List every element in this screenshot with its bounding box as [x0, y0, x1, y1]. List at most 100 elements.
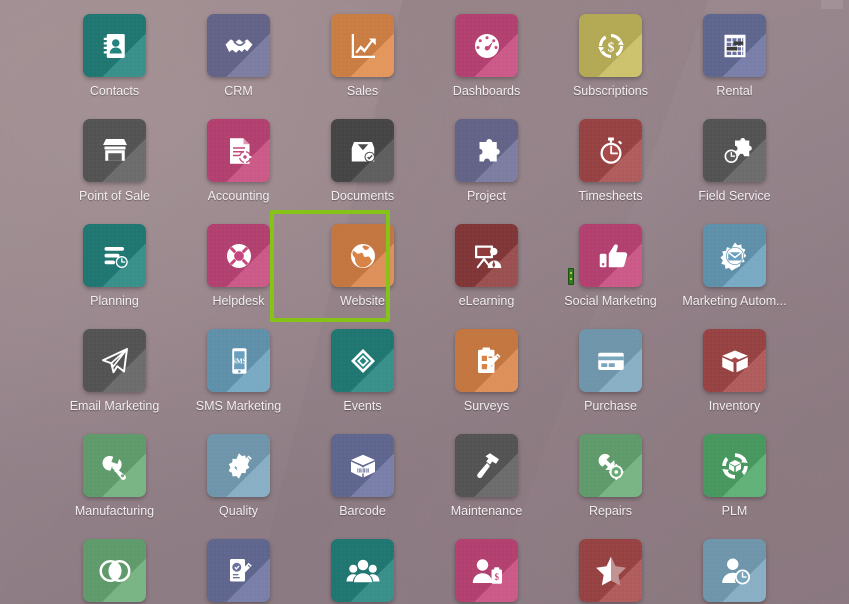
- app-item-project[interactable]: Project: [425, 119, 549, 224]
- app-label: Surveys: [463, 400, 510, 413]
- app-item-marketing-autom[interactable]: Marketing Autom...: [673, 224, 797, 329]
- stopwatch-icon[interactable]: [579, 119, 642, 182]
- app-item-email-marketing[interactable]: Email Marketing: [53, 329, 177, 434]
- app-label: SMS Marketing: [195, 400, 282, 413]
- clipboard-pencil-icon[interactable]: [455, 329, 518, 392]
- app-label: Quality: [219, 505, 258, 518]
- open-box-icon[interactable]: [703, 329, 766, 392]
- app-item-dashboards[interactable]: Dashboards: [425, 14, 549, 119]
- line-chart-icon[interactable]: [331, 14, 394, 77]
- speedometer-icon[interactable]: [455, 14, 518, 77]
- app-item-helpdesk[interactable]: Helpdesk: [177, 224, 301, 329]
- app-item-contacts[interactable]: Contacts: [53, 14, 177, 119]
- app-item-manufacturing[interactable]: Manufacturing: [53, 434, 177, 539]
- calendar-grid-icon[interactable]: [703, 14, 766, 77]
- employee-payroll-icon[interactable]: $: [455, 539, 518, 602]
- box-barcode-icon[interactable]: [331, 434, 394, 497]
- wrench-icon[interactable]: [83, 434, 146, 497]
- app-label: Events: [343, 400, 382, 413]
- schedule-list-icon[interactable]: [83, 224, 146, 287]
- venn-circles-icon[interactable]: [83, 539, 146, 602]
- life-ring-icon[interactable]: [207, 224, 270, 287]
- app-item-purchase[interactable]: Purchase: [549, 329, 673, 434]
- app-item-sales[interactable]: Sales: [301, 14, 425, 119]
- paper-plane-icon[interactable]: [83, 329, 146, 392]
- app-label: Barcode: [339, 505, 386, 518]
- box-refresh-icon[interactable]: [703, 434, 766, 497]
- document-gear-icon[interactable]: [207, 119, 270, 182]
- app-item-venn-circles-icon[interactable]: [53, 539, 177, 604]
- app-item-point-of-sale[interactable]: Point of Sale: [53, 119, 177, 224]
- dollar-refresh-icon[interactable]: $: [579, 14, 642, 77]
- app-label: Repairs: [588, 505, 633, 518]
- app-label: Inventory: [708, 400, 761, 413]
- app-item-employee-payroll-icon[interactable]: $: [425, 539, 549, 604]
- app-label: Website: [340, 295, 385, 308]
- app-item-planning[interactable]: Planning: [53, 224, 177, 329]
- file-tray-check-icon[interactable]: [331, 119, 394, 182]
- svg-text:$: $: [607, 39, 614, 54]
- app-label: Field Service: [698, 190, 771, 203]
- app-item-surveys[interactable]: Surveys: [425, 329, 549, 434]
- app-item-star-half-icon[interactable]: [549, 539, 673, 604]
- person-clock-icon[interactable]: [703, 539, 766, 602]
- app-label: Purchase: [584, 400, 637, 413]
- app-item-maintenance[interactable]: Maintenance: [425, 434, 549, 539]
- svg-text:$: $: [494, 572, 499, 582]
- storefront-icon[interactable]: [83, 119, 146, 182]
- app-label: Timesheets: [578, 190, 643, 203]
- ticket-icon[interactable]: [331, 329, 394, 392]
- app-item-person-clock-icon[interactable]: [673, 539, 797, 604]
- app-item-subscriptions[interactable]: $ Subscriptions: [549, 14, 673, 119]
- badge-pencil-icon[interactable]: [207, 434, 270, 497]
- wrench-gear-icon[interactable]: [579, 434, 642, 497]
- app-item-field-service[interactable]: Field Service: [673, 119, 797, 224]
- app-item-accounting[interactable]: Accounting: [177, 119, 301, 224]
- app-item-rental[interactable]: Rental: [673, 14, 797, 119]
- address-book-icon[interactable]: [83, 14, 146, 77]
- app-item-quality[interactable]: Quality: [177, 434, 301, 539]
- globe-icon[interactable]: [331, 224, 394, 287]
- app-label: Helpdesk: [212, 295, 265, 308]
- app-item-approval-pencil-icon[interactable]: [177, 539, 301, 604]
- app-label: Marketing Autom...: [682, 295, 787, 308]
- credit-card-icon[interactable]: [579, 329, 642, 392]
- app-item-documents[interactable]: Documents: [301, 119, 425, 224]
- app-item-people-group-icon[interactable]: [301, 539, 425, 604]
- app-label: Manufacturing: [74, 505, 155, 518]
- handshake-icon[interactable]: [207, 14, 270, 77]
- app-item-inventory[interactable]: Inventory: [673, 329, 797, 434]
- app-item-plm[interactable]: PLM: [673, 434, 797, 539]
- approval-pencil-icon[interactable]: [207, 539, 270, 602]
- hammer-icon[interactable]: [455, 434, 518, 497]
- app-item-events[interactable]: Events: [301, 329, 425, 434]
- app-label: CRM: [224, 85, 253, 98]
- puzzle-clock-icon[interactable]: [703, 119, 766, 182]
- app-label: Rental: [716, 85, 753, 98]
- app-item-crm[interactable]: CRM: [177, 14, 301, 119]
- app-label: Social Marketing: [564, 295, 657, 308]
- gear-mail-icon[interactable]: [703, 224, 766, 287]
- mobile-sms-icon[interactable]: SMS: [207, 329, 270, 392]
- app-item-barcode[interactable]: Barcode: [301, 434, 425, 539]
- app-item-repairs[interactable]: Repairs: [549, 434, 673, 539]
- app-item-sms-marketing[interactable]: SMS SMS Marketing: [177, 329, 301, 434]
- app-item-website-highlighted[interactable]: Website: [269, 210, 425, 329]
- app-label: eLearning: [458, 295, 515, 308]
- thumbs-up-icon[interactable]: [579, 224, 642, 287]
- app-label: Sales: [346, 85, 379, 98]
- app-label: PLM: [721, 505, 748, 518]
- app-label: Project: [467, 190, 506, 203]
- cursor-marker: [568, 268, 574, 285]
- puzzle-piece-icon[interactable]: [455, 119, 518, 182]
- app-label: Accounting: [207, 190, 270, 203]
- app-label: Dashboards: [452, 85, 521, 98]
- app-label: Maintenance: [450, 505, 523, 518]
- app-item-timesheets[interactable]: Timesheets: [549, 119, 673, 224]
- app-item-elearning[interactable]: eLearning: [425, 224, 549, 329]
- app-label: Point of Sale: [79, 190, 150, 203]
- star-half-icon[interactable]: [579, 539, 642, 602]
- presentation-board-icon[interactable]: [455, 224, 518, 287]
- app-label: Email Marketing: [69, 400, 160, 413]
- people-group-icon[interactable]: [331, 539, 394, 602]
